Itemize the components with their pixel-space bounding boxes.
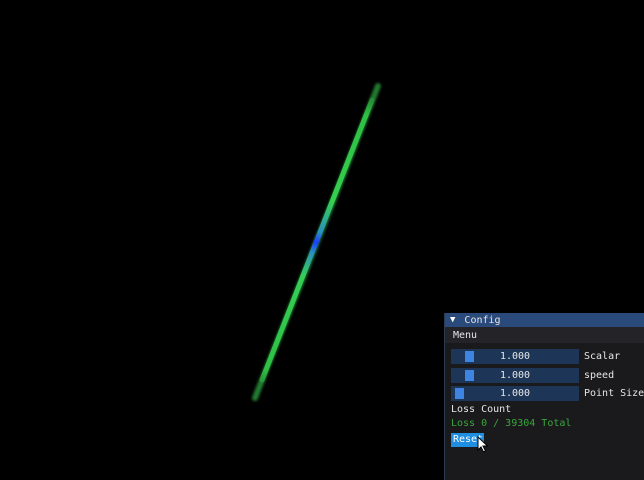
- speed-slider-value: 1.000: [499, 370, 531, 381]
- scalar-slider-row: 1.000 Scalar: [451, 349, 641, 364]
- speed-slider[interactable]: 1.000: [451, 368, 579, 383]
- scalar-label: Scalar: [584, 351, 621, 362]
- point-size-slider[interactable]: 1.000: [451, 386, 579, 401]
- scalar-slider[interactable]: 1.000: [451, 349, 579, 364]
- config-titlebar[interactable]: ▼ Config: [445, 313, 644, 327]
- config-title: Config: [464, 314, 501, 326]
- particle-streak: [249, 75, 384, 410]
- speed-slider-row: 1.000 speed: [451, 368, 641, 383]
- menu-bar: Menu: [445, 327, 644, 343]
- mouse-pointer-icon: [477, 436, 489, 453]
- loss-count-label: Loss Count: [451, 404, 512, 415]
- menu-item-menu[interactable]: Menu: [453, 330, 477, 341]
- point-size-slider-row: 1.000 Point Size: [451, 386, 644, 401]
- point-size-label: Point Size: [584, 388, 644, 399]
- config-panel: ▼ Config Menu 1.000 Scalar 1.000 speed 1…: [444, 313, 644, 480]
- triangle-down-icon[interactable]: ▼: [450, 315, 455, 325]
- scalar-slider-value: 1.000: [499, 351, 531, 362]
- point-size-slider-value: 1.000: [499, 388, 531, 399]
- speed-label: speed: [584, 370, 615, 381]
- loss-status-text: Loss 0 / 39304 Total: [451, 418, 572, 429]
